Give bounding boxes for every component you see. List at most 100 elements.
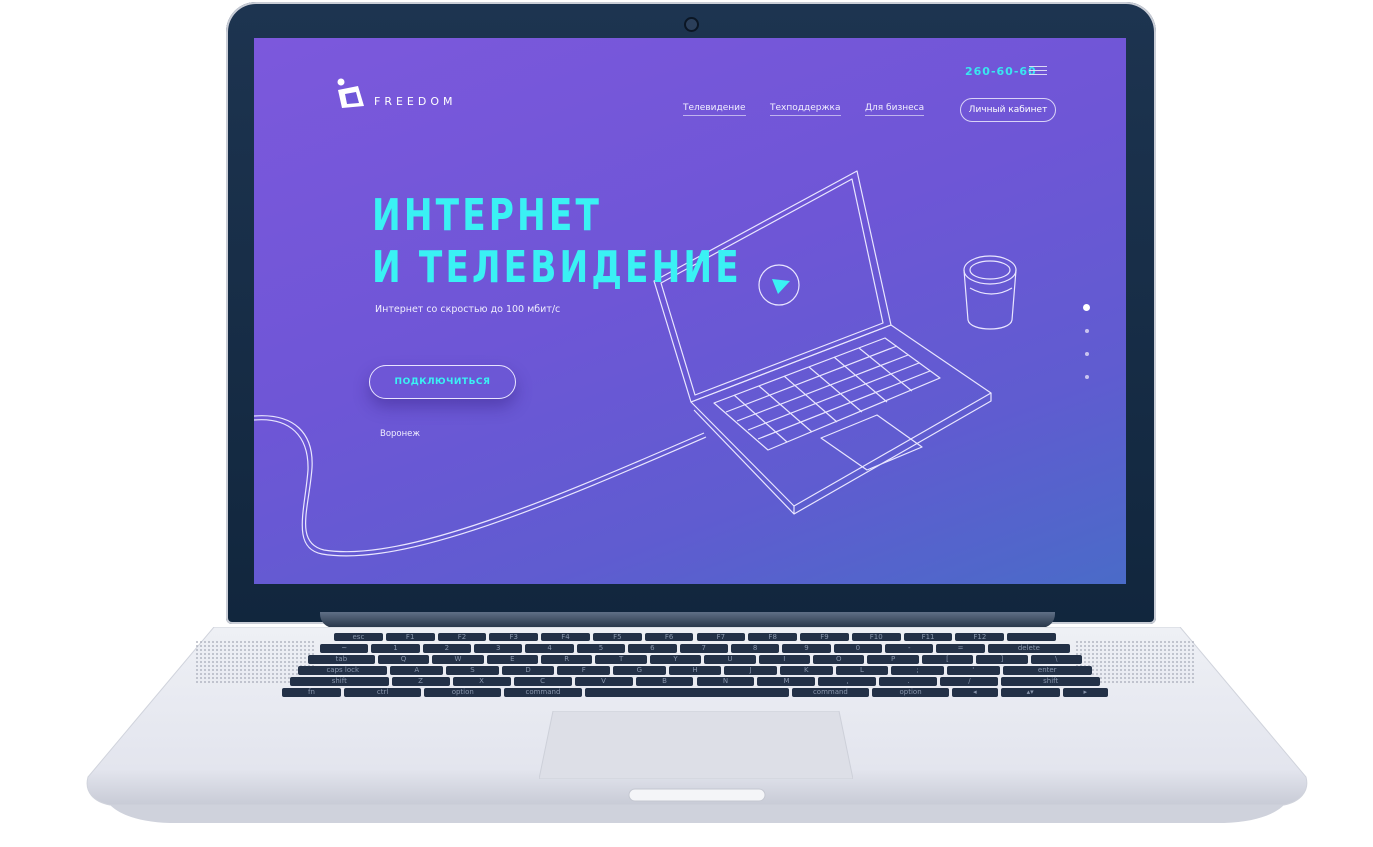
key-fn[interactable]: fn — [282, 688, 342, 697]
key-w[interactable]: W — [432, 655, 484, 664]
key-h[interactable]: H — [668, 666, 722, 675]
brand-name: FREEDOM — [374, 94, 457, 108]
key-u[interactable]: U — [704, 655, 756, 664]
key-tab[interactable]: tab — [308, 655, 375, 664]
key--[interactable]: ' — [946, 666, 1000, 675]
key-f1[interactable]: F1 — [385, 633, 435, 641]
key-a[interactable]: A — [390, 666, 444, 675]
key-command[interactable]: command — [791, 688, 869, 697]
key--[interactable]: - — [885, 644, 934, 653]
key--[interactable]: ~ — [320, 644, 369, 653]
key-t[interactable]: T — [595, 655, 647, 664]
connect-button[interactable]: ПОДКЛЮЧИТЬСЯ — [369, 365, 516, 399]
hamburger-menu-icon[interactable] — [1029, 66, 1047, 76]
website-screen: FREEDOM 260-60-60 Телевидение Техподдерж… — [254, 38, 1126, 584]
key-2[interactable]: 2 — [422, 644, 472, 653]
key-option[interactable]: option — [872, 688, 950, 697]
key-o[interactable]: O — [813, 655, 865, 664]
key-f3[interactable]: F3 — [489, 633, 539, 641]
key-x[interactable]: X — [452, 677, 511, 686]
nav-item-television[interactable]: Телевидение — [683, 103, 746, 116]
slider-dot-1[interactable] — [1083, 304, 1090, 311]
key-f11[interactable]: F11 — [903, 633, 953, 641]
key--[interactable]: ◂ — [952, 688, 998, 697]
hero-title-line-1: ИНТЕРНЕТ — [372, 190, 603, 241]
brand-logo[interactable]: FREEDOM — [336, 78, 457, 110]
key--[interactable]: [ — [921, 655, 974, 664]
phone-number[interactable]: 260-60-60 — [965, 65, 1037, 78]
key-command[interactable]: command — [504, 688, 582, 697]
key-space[interactable] — [584, 688, 789, 697]
key-f4[interactable]: F4 — [541, 633, 590, 641]
key-delete[interactable]: delete — [987, 644, 1070, 653]
key-f10[interactable]: F10 — [851, 633, 901, 641]
key-0[interactable]: 0 — [833, 644, 883, 653]
key-f6[interactable]: F6 — [644, 633, 694, 641]
key-d[interactable]: D — [501, 666, 555, 675]
key--[interactable]: ▴▾ — [1000, 688, 1060, 697]
key-f8[interactable]: F8 — [748, 633, 798, 641]
key-n[interactable]: N — [696, 677, 755, 686]
nav-item-support[interactable]: Техподдержка — [770, 103, 841, 116]
account-button[interactable]: Личный кабинет — [960, 98, 1056, 122]
hero-subtitle: Интернет со скростью до 100 мбит/с — [375, 304, 561, 315]
key-z[interactable]: Z — [391, 677, 450, 686]
key-b[interactable]: B — [635, 677, 694, 686]
hero-title-line-2: И ТЕЛЕВИДЕНИЕ — [372, 242, 742, 293]
key-s[interactable]: S — [446, 666, 499, 675]
key-f[interactable]: F — [557, 666, 611, 675]
key--[interactable]: \ — [1030, 655, 1082, 664]
key-3[interactable]: 3 — [474, 644, 523, 653]
key--[interactable]: ] — [976, 655, 1028, 664]
hero-title: ИНТЕРНЕТ И ТЕЛЕВИДЕНИЕ — [372, 190, 742, 294]
key-caps-lock[interactable]: caps lock — [298, 666, 388, 675]
key--[interactable]: / — [940, 677, 999, 686]
key-f5[interactable]: F5 — [592, 633, 642, 641]
key-space[interactable] — [1007, 633, 1056, 641]
key-p[interactable]: P — [867, 655, 919, 664]
key-7[interactable]: 7 — [679, 644, 728, 653]
key-1[interactable]: 1 — [371, 644, 420, 653]
key-f12[interactable]: F12 — [955, 633, 1005, 641]
key--[interactable]: = — [936, 644, 985, 653]
key-4[interactable]: 4 — [525, 644, 574, 653]
keyboard: esc F1 F2 F3 F4 F5 F6 F7 F8 F9 F10 F11 F12 ~1 2 3 4 5 6 7 8 9… — [282, 633, 1108, 699]
slider-dot-4[interactable] — [1085, 375, 1089, 379]
key-f7[interactable]: F7 — [696, 633, 746, 641]
slider-dot-3[interactable] — [1085, 352, 1089, 356]
key-9[interactable]: 9 — [782, 644, 831, 653]
key-option[interactable]: option — [424, 688, 502, 697]
laptop-hinge — [320, 612, 1055, 628]
slider-dot-2[interactable] — [1085, 329, 1089, 333]
key-m[interactable]: M — [757, 677, 816, 686]
key-e[interactable]: E — [486, 655, 538, 664]
key-q[interactable]: Q — [377, 655, 430, 664]
nav-item-business[interactable]: Для бизнеса — [865, 103, 925, 116]
key-f2[interactable]: F2 — [437, 633, 487, 641]
key-i[interactable]: I — [758, 655, 810, 664]
key--[interactable]: , — [818, 677, 877, 686]
key-g[interactable]: G — [613, 666, 666, 675]
trackpad[interactable] — [539, 711, 853, 779]
city-selector[interactable]: Воронеж — [380, 429, 420, 439]
key--[interactable]: ; — [891, 666, 944, 675]
key-f9[interactable]: F9 — [800, 633, 849, 641]
key-ctrl[interactable]: ctrl — [344, 688, 422, 697]
key-shift[interactable]: shift — [290, 677, 389, 686]
key-y[interactable]: Y — [649, 655, 702, 664]
key--[interactable]: . — [879, 677, 938, 686]
key-c[interactable]: C — [513, 677, 572, 686]
key-6[interactable]: 6 — [628, 644, 677, 653]
key-8[interactable]: 8 — [730, 644, 780, 653]
key-r[interactable]: R — [541, 655, 593, 664]
key-j[interactable]: J — [724, 666, 777, 675]
freedom-logo-icon — [337, 78, 364, 108]
key-esc[interactable]: esc — [334, 633, 383, 641]
key-shift[interactable]: shift — [1001, 677, 1100, 686]
key-enter[interactable]: enter — [1002, 666, 1092, 675]
key-5[interactable]: 5 — [576, 644, 626, 653]
key-l[interactable]: L — [835, 666, 889, 675]
key-k[interactable]: K — [779, 666, 833, 675]
key-v[interactable]: V — [574, 677, 633, 686]
key--[interactable]: ▸ — [1062, 688, 1108, 697]
